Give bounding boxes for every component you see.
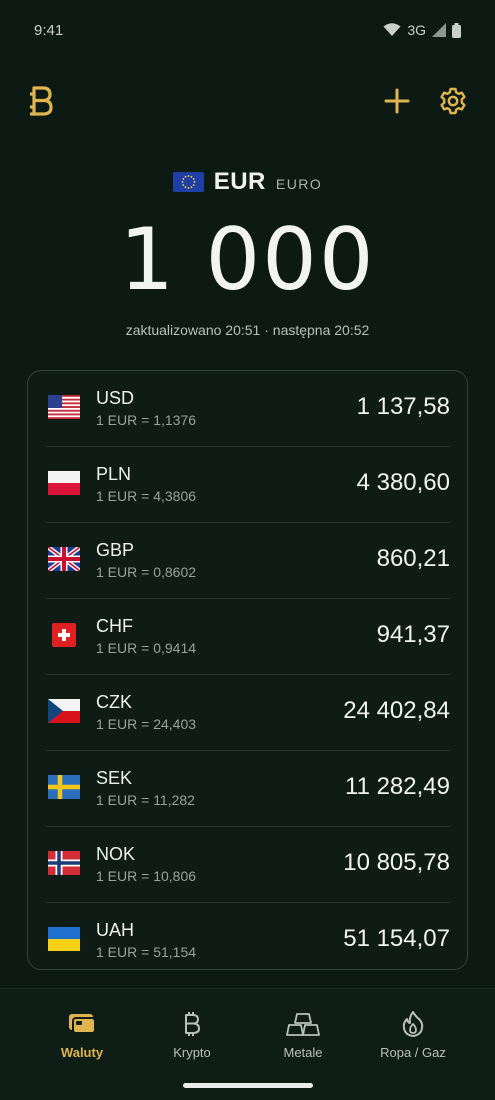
home-indicator[interactable] — [183, 1083, 313, 1088]
nav-item-ropa-gaz[interactable]: Ropa / Gaz — [358, 1009, 468, 1069]
exchange-rate: 1 EUR = 24,403 — [96, 716, 197, 732]
bitcoin-icon — [185, 1012, 200, 1036]
flag-gb-icon — [46, 545, 82, 573]
battery-icon — [452, 22, 461, 38]
rate-row-usd[interactable]: USD 1 EUR = 1,1376 1 137,58 — [46, 371, 450, 447]
base-currency-name: EURO — [275, 176, 323, 192]
update-status: zaktualizowano 20:51 · następna 20:52 — [125, 322, 370, 338]
status-time: 9:41 — [34, 22, 64, 39]
flag-cz-icon — [48, 699, 80, 723]
wallet-icon — [69, 1014, 96, 1034]
gold-bars-icon — [286, 1013, 320, 1036]
currency-code: CHF — [96, 616, 133, 636]
flag-se-icon — [48, 775, 80, 799]
rate-row-czk[interactable]: CZK 1 EUR = 24,403 24 402,84 — [46, 675, 450, 751]
flag-ch-icon — [48, 623, 80, 647]
nav-item-metale[interactable]: Metale — [248, 1009, 358, 1069]
converted-value: 51 154,07 — [343, 925, 450, 952]
flame-icon — [402, 1011, 424, 1037]
status-icons: 3G — [383, 22, 461, 38]
nav-item-waluty[interactable]: Waluty — [27, 1009, 137, 1069]
exchange-rate: 1 EUR = 0,8602 — [96, 564, 197, 580]
converted-value: 860,21 — [376, 545, 450, 572]
gear-icon[interactable] — [439, 87, 467, 115]
nav-label: Waluty — [60, 1045, 104, 1060]
base-currency-code: EUR — [213, 168, 266, 195]
exchange-rate: 1 EUR = 0,9414 — [96, 640, 197, 656]
currency-code: PLN — [96, 464, 132, 484]
exchange-rate: 1 EUR = 4,3806 — [96, 488, 197, 504]
flag-no-icon — [48, 851, 80, 875]
nav-label: Metale — [283, 1045, 323, 1060]
rate-row-gbp[interactable]: GBP 1 EUR = 0,8602 860,21 — [46, 523, 450, 599]
exchange-rate: 1 EUR = 51,154 — [96, 944, 197, 960]
converted-value: 4 380,60 — [356, 469, 450, 496]
converted-value: 24 402,84 — [343, 697, 450, 724]
rates-list: USD 1 EUR = 1,1376 1 137,58 PLN 1 EUR = … — [27, 370, 468, 970]
exchange-rate: 1 EUR = 11,282 — [96, 792, 195, 808]
nav-label: Krypto — [173, 1045, 211, 1060]
status-bar: 9:41 3G — [0, 0, 495, 62]
plus-icon[interactable] — [384, 88, 410, 114]
converted-value: 941,37 — [376, 621, 450, 648]
flag-eu-icon — [172, 172, 204, 192]
rate-row-sek[interactable]: SEK 1 EUR = 11,282 11 282,49 — [46, 751, 450, 827]
currency-code: GBP — [96, 540, 135, 560]
rate-row-nok[interactable]: NOK 1 EUR = 10,806 10 805,78 — [46, 827, 450, 903]
rate-row-chf[interactable]: CHF 1 EUR = 0,9414 941,37 — [46, 599, 450, 675]
exchange-rate: 1 EUR = 10,806 — [96, 868, 197, 884]
converted-value: 1 137,58 — [356, 393, 450, 420]
currency-code: UAH — [96, 920, 135, 940]
base-amount[interactable]: 1 000 — [0, 210, 495, 310]
exchange-rate: 1 EUR = 1,1376 — [96, 412, 197, 428]
signal-icon — [432, 23, 446, 37]
app-header — [0, 84, 495, 120]
nav-label: Ropa / Gaz — [380, 1045, 446, 1060]
flag-pl-icon — [48, 471, 80, 495]
rate-row-uah[interactable]: UAH 1 EUR = 51,154 51 154,07 — [46, 903, 450, 969]
flag-ua-icon — [48, 927, 80, 951]
b-logo-icon[interactable] — [30, 84, 54, 120]
wifi-icon — [383, 23, 401, 36]
rate-row-pln[interactable]: PLN 1 EUR = 4,3806 4 380,60 — [46, 447, 450, 523]
currency-code: USD — [96, 388, 135, 408]
network-type: 3G — [407, 22, 426, 38]
converted-value: 10 805,78 — [343, 849, 450, 876]
currency-code: NOK — [96, 844, 136, 864]
currency-code: SEK — [96, 768, 133, 788]
flag-us-icon — [48, 395, 80, 420]
converted-value: 11 282,49 — [345, 773, 450, 800]
nav-item-krypto[interactable]: Krypto — [137, 1009, 247, 1069]
base-amount-value: 1 000 — [119, 210, 376, 310]
rates-list-inner: USD 1 EUR = 1,1376 1 137,58 PLN 1 EUR = … — [46, 371, 450, 969]
currency-code: CZK — [96, 692, 132, 712]
base-currency-selector[interactable]: EUR EURO — [0, 166, 495, 198]
